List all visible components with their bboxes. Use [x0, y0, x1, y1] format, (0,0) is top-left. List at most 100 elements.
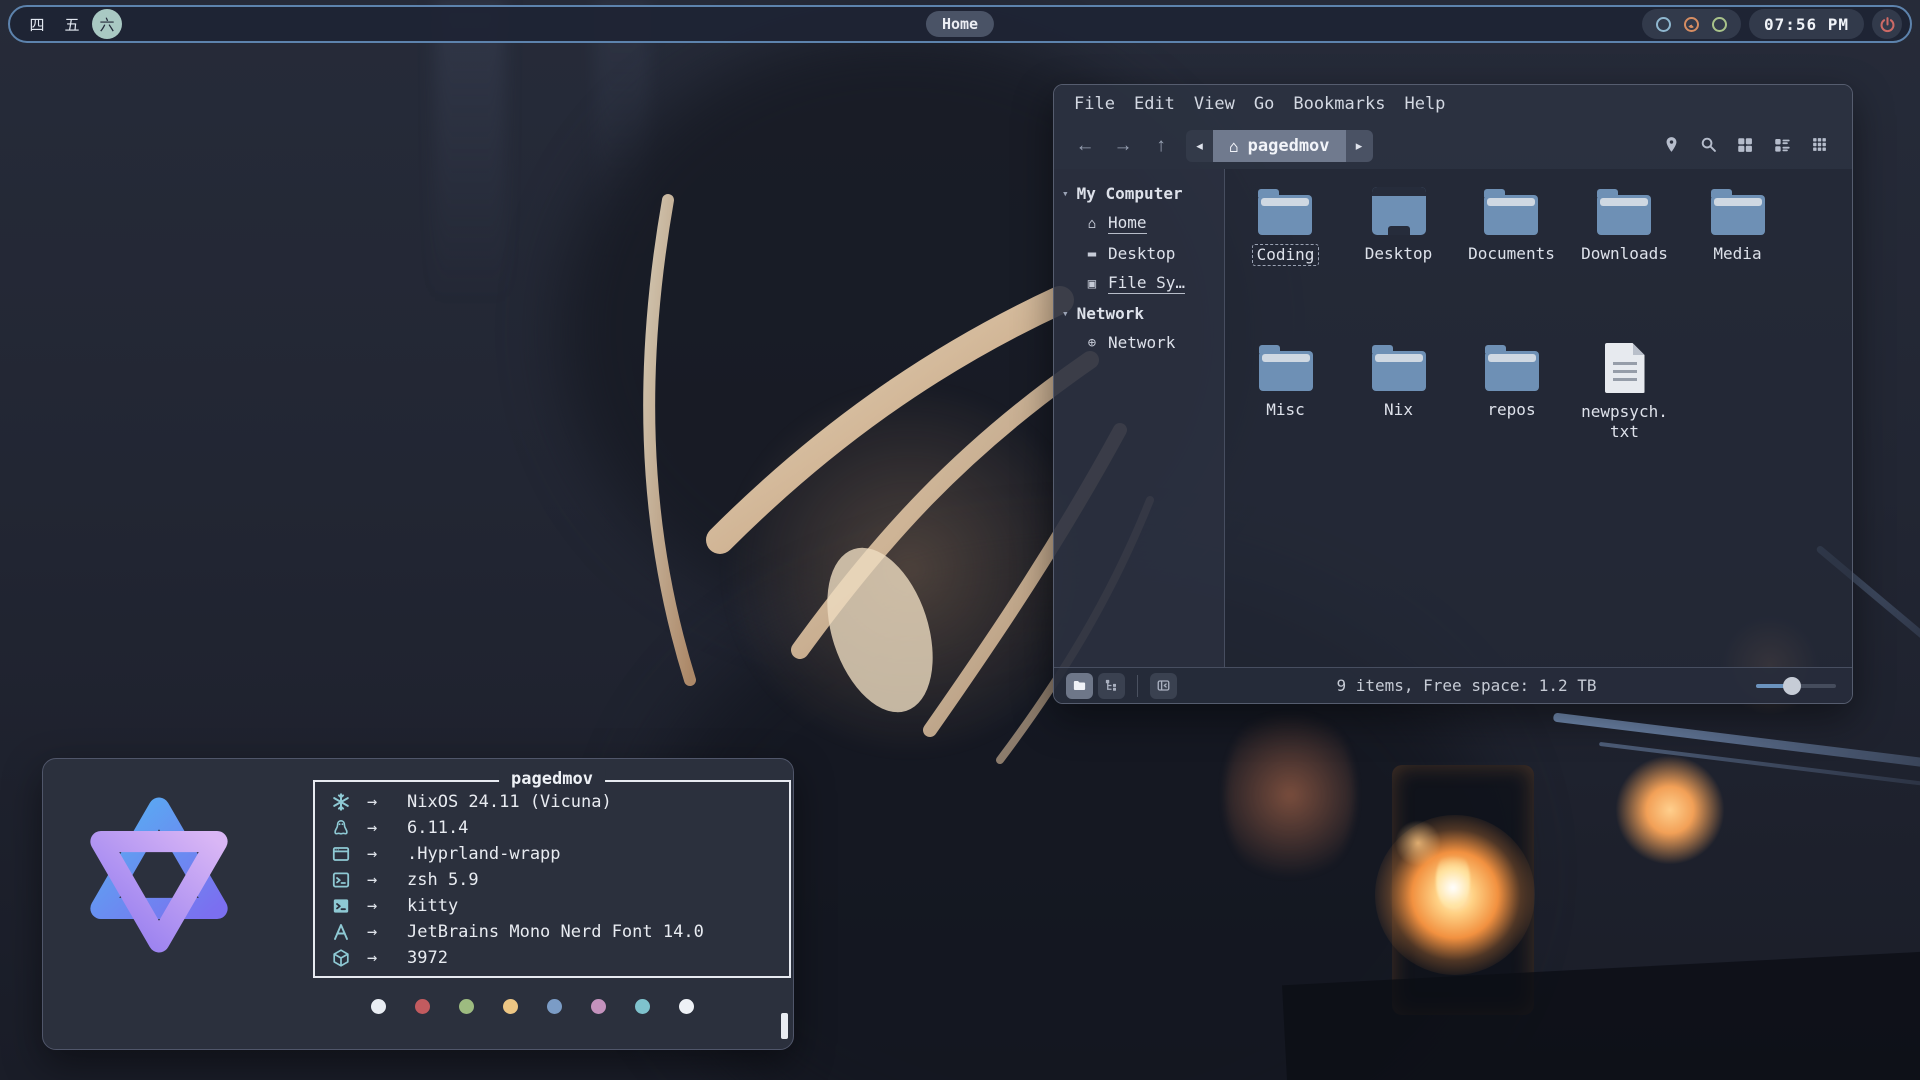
folder-view-button[interactable]: [1066, 673, 1093, 699]
workspaces: 四五六: [18, 9, 122, 39]
workspace-六[interactable]: 六: [92, 9, 122, 39]
wallpaper-candle-glow: [1395, 820, 1441, 866]
wallpaper-warm-highlight: [1225, 700, 1355, 890]
folder-icon: [1597, 195, 1651, 235]
file-grid: Coding Desktop Documents Downloads Media…: [1229, 185, 1794, 497]
top-bar: 四五六 Home 07:56 PM: [8, 5, 1912, 43]
sidebar-item-home[interactable]: ⌂ Home: [1054, 208, 1224, 239]
fetch-row-nix: → NixOS 24.11 (Vicuna): [329, 789, 779, 815]
sidebar-section-header[interactable]: ▾ Network: [1054, 299, 1224, 328]
file-coding[interactable]: Coding: [1252, 185, 1320, 341]
workspace-五[interactable]: 五: [57, 9, 87, 39]
file-label: Documents: [1468, 244, 1555, 264]
sidebar-item-filesy[interactable]: ▣ File Sy…: [1054, 268, 1224, 299]
sidebar-section: ▾ My Computer ⌂ Home ▬ Desktop ▣ File Sy…: [1054, 179, 1224, 299]
menu-file[interactable]: File: [1074, 94, 1115, 114]
sidebar-item-label: Home: [1108, 213, 1147, 234]
battery-indicator: [1712, 17, 1727, 32]
home-icon: ⌂: [1084, 216, 1100, 232]
sidebar-section-label: Network: [1077, 304, 1144, 323]
text-file-icon: [1605, 343, 1645, 393]
arrow-icon: →: [367, 922, 391, 942]
sidebar-item-network[interactable]: ⊕ Network: [1054, 328, 1224, 357]
file-downloads[interactable]: Downloads: [1581, 185, 1668, 341]
file-label: Desktop: [1365, 244, 1432, 264]
status-bar: 9 items, Free space: 1.2 TB: [1054, 667, 1852, 703]
zoom-slider[interactable]: [1756, 676, 1836, 696]
palette-dot: [591, 999, 606, 1014]
workspace-四[interactable]: 四: [22, 9, 52, 39]
status-text: 9 items, Free space: 1.2 TB: [1336, 676, 1596, 695]
file-newpsych-txt[interactable]: newpsych.txt: [1577, 341, 1673, 497]
folder-icon: [1258, 195, 1312, 235]
file-misc[interactable]: Misc: [1259, 341, 1313, 497]
path-button[interactable]: ⌂ pagedmov: [1213, 130, 1346, 162]
menu-go[interactable]: Go: [1254, 94, 1274, 114]
menu-bookmarks[interactable]: Bookmarks: [1293, 94, 1385, 114]
zoom-slider-knob[interactable]: [1783, 677, 1801, 695]
sidebar-section-header[interactable]: ▾ My Computer: [1054, 179, 1224, 208]
palette-dot: [415, 999, 430, 1014]
fetch-value: JetBrains Mono Nerd Font 14.0: [407, 922, 704, 942]
forward-button[interactable]: →: [1106, 131, 1140, 161]
search-icon[interactable]: [1697, 135, 1719, 157]
nav-buttons: ←→↑: [1068, 131, 1178, 161]
path-next-button[interactable]: ▸: [1346, 130, 1373, 162]
file-label: Downloads: [1581, 244, 1668, 264]
fm-body: ▾ My Computer ⌂ Home ▬ Desktop ▣ File Sy…: [1054, 169, 1852, 667]
file-media[interactable]: Media: [1711, 185, 1765, 341]
icon-view: Coding Desktop Documents Downloads Media…: [1225, 169, 1852, 667]
path-prev-button[interactable]: ◂: [1186, 130, 1213, 162]
fetch-row-shell: → zsh 5.9: [329, 867, 779, 893]
wm-icon: [329, 844, 353, 864]
tree-view-button[interactable]: [1098, 673, 1125, 699]
palette-dot: [547, 999, 562, 1014]
sidebar-section-items: ⌂ Home ▬ Desktop ▣ File Sy…: [1054, 208, 1224, 299]
menu-edit[interactable]: Edit: [1134, 94, 1175, 114]
menu-help[interactable]: Help: [1404, 94, 1445, 114]
wallpaper-candle-glow: [1615, 755, 1725, 865]
terminal-icon: [329, 896, 353, 916]
indicator-group: [1642, 9, 1741, 39]
file-desktop[interactable]: Desktop: [1365, 185, 1432, 341]
file-nix[interactable]: Nix: [1372, 341, 1426, 497]
back-button[interactable]: ←: [1068, 131, 1102, 161]
file-repos[interactable]: repos: [1485, 341, 1539, 497]
power-button[interactable]: [1872, 9, 1902, 39]
wallpaper-candle-flame: [1436, 850, 1470, 908]
up-button[interactable]: ↑: [1144, 131, 1178, 161]
location-pin-icon[interactable]: [1660, 135, 1682, 157]
folder-icon: [1485, 351, 1539, 391]
folder-icon: [1484, 195, 1538, 235]
sidebar-item-label: File Sy…: [1108, 273, 1185, 294]
folder-icon: [1372, 351, 1426, 391]
fetch-value: 6.11.4: [407, 818, 468, 838]
menu-view[interactable]: View: [1194, 94, 1235, 114]
file-documents[interactable]: Documents: [1468, 185, 1555, 341]
sidebar-section-label: My Computer: [1077, 184, 1183, 203]
fetch-value: zsh 5.9: [407, 870, 479, 890]
arrow-icon: →: [367, 870, 391, 890]
menu-bar: File Edit View Go Bookmarks Help: [1054, 85, 1852, 123]
fetch-rows: → NixOS 24.11 (Vicuna) → 6.11.4 → .Hyprl…: [329, 789, 779, 971]
list-view-icon[interactable]: [1771, 135, 1793, 157]
fetch-value: NixOS 24.11 (Vicuna): [407, 792, 612, 812]
statusbar-divider: [1137, 675, 1138, 697]
palette-dot: [459, 999, 474, 1014]
clock: 07:56 PM: [1749, 9, 1864, 39]
grid-view-icon[interactable]: [1734, 135, 1756, 157]
compact-view-icon[interactable]: [1808, 135, 1830, 157]
desktop-icon: ▬: [1084, 246, 1100, 262]
volume-indicator: [1684, 17, 1699, 32]
arrow-icon: →: [367, 948, 391, 968]
fetch-box: pagedmov → NixOS 24.11 (Vicuna) → 6.11.4…: [313, 780, 791, 978]
fetch-value: 3972: [407, 948, 448, 968]
arrow-icon: →: [367, 896, 391, 916]
arrow-icon: →: [367, 818, 391, 838]
arrow-icon: →: [367, 844, 391, 864]
nix-icon: [329, 792, 353, 812]
panel-toggle-button[interactable]: [1150, 673, 1177, 699]
sidebar-item-desktop[interactable]: ▬ Desktop: [1054, 239, 1224, 268]
filesystem-icon: ▣: [1084, 276, 1100, 292]
sidebar-section: ▾ Network ⊕ Network: [1054, 299, 1224, 357]
